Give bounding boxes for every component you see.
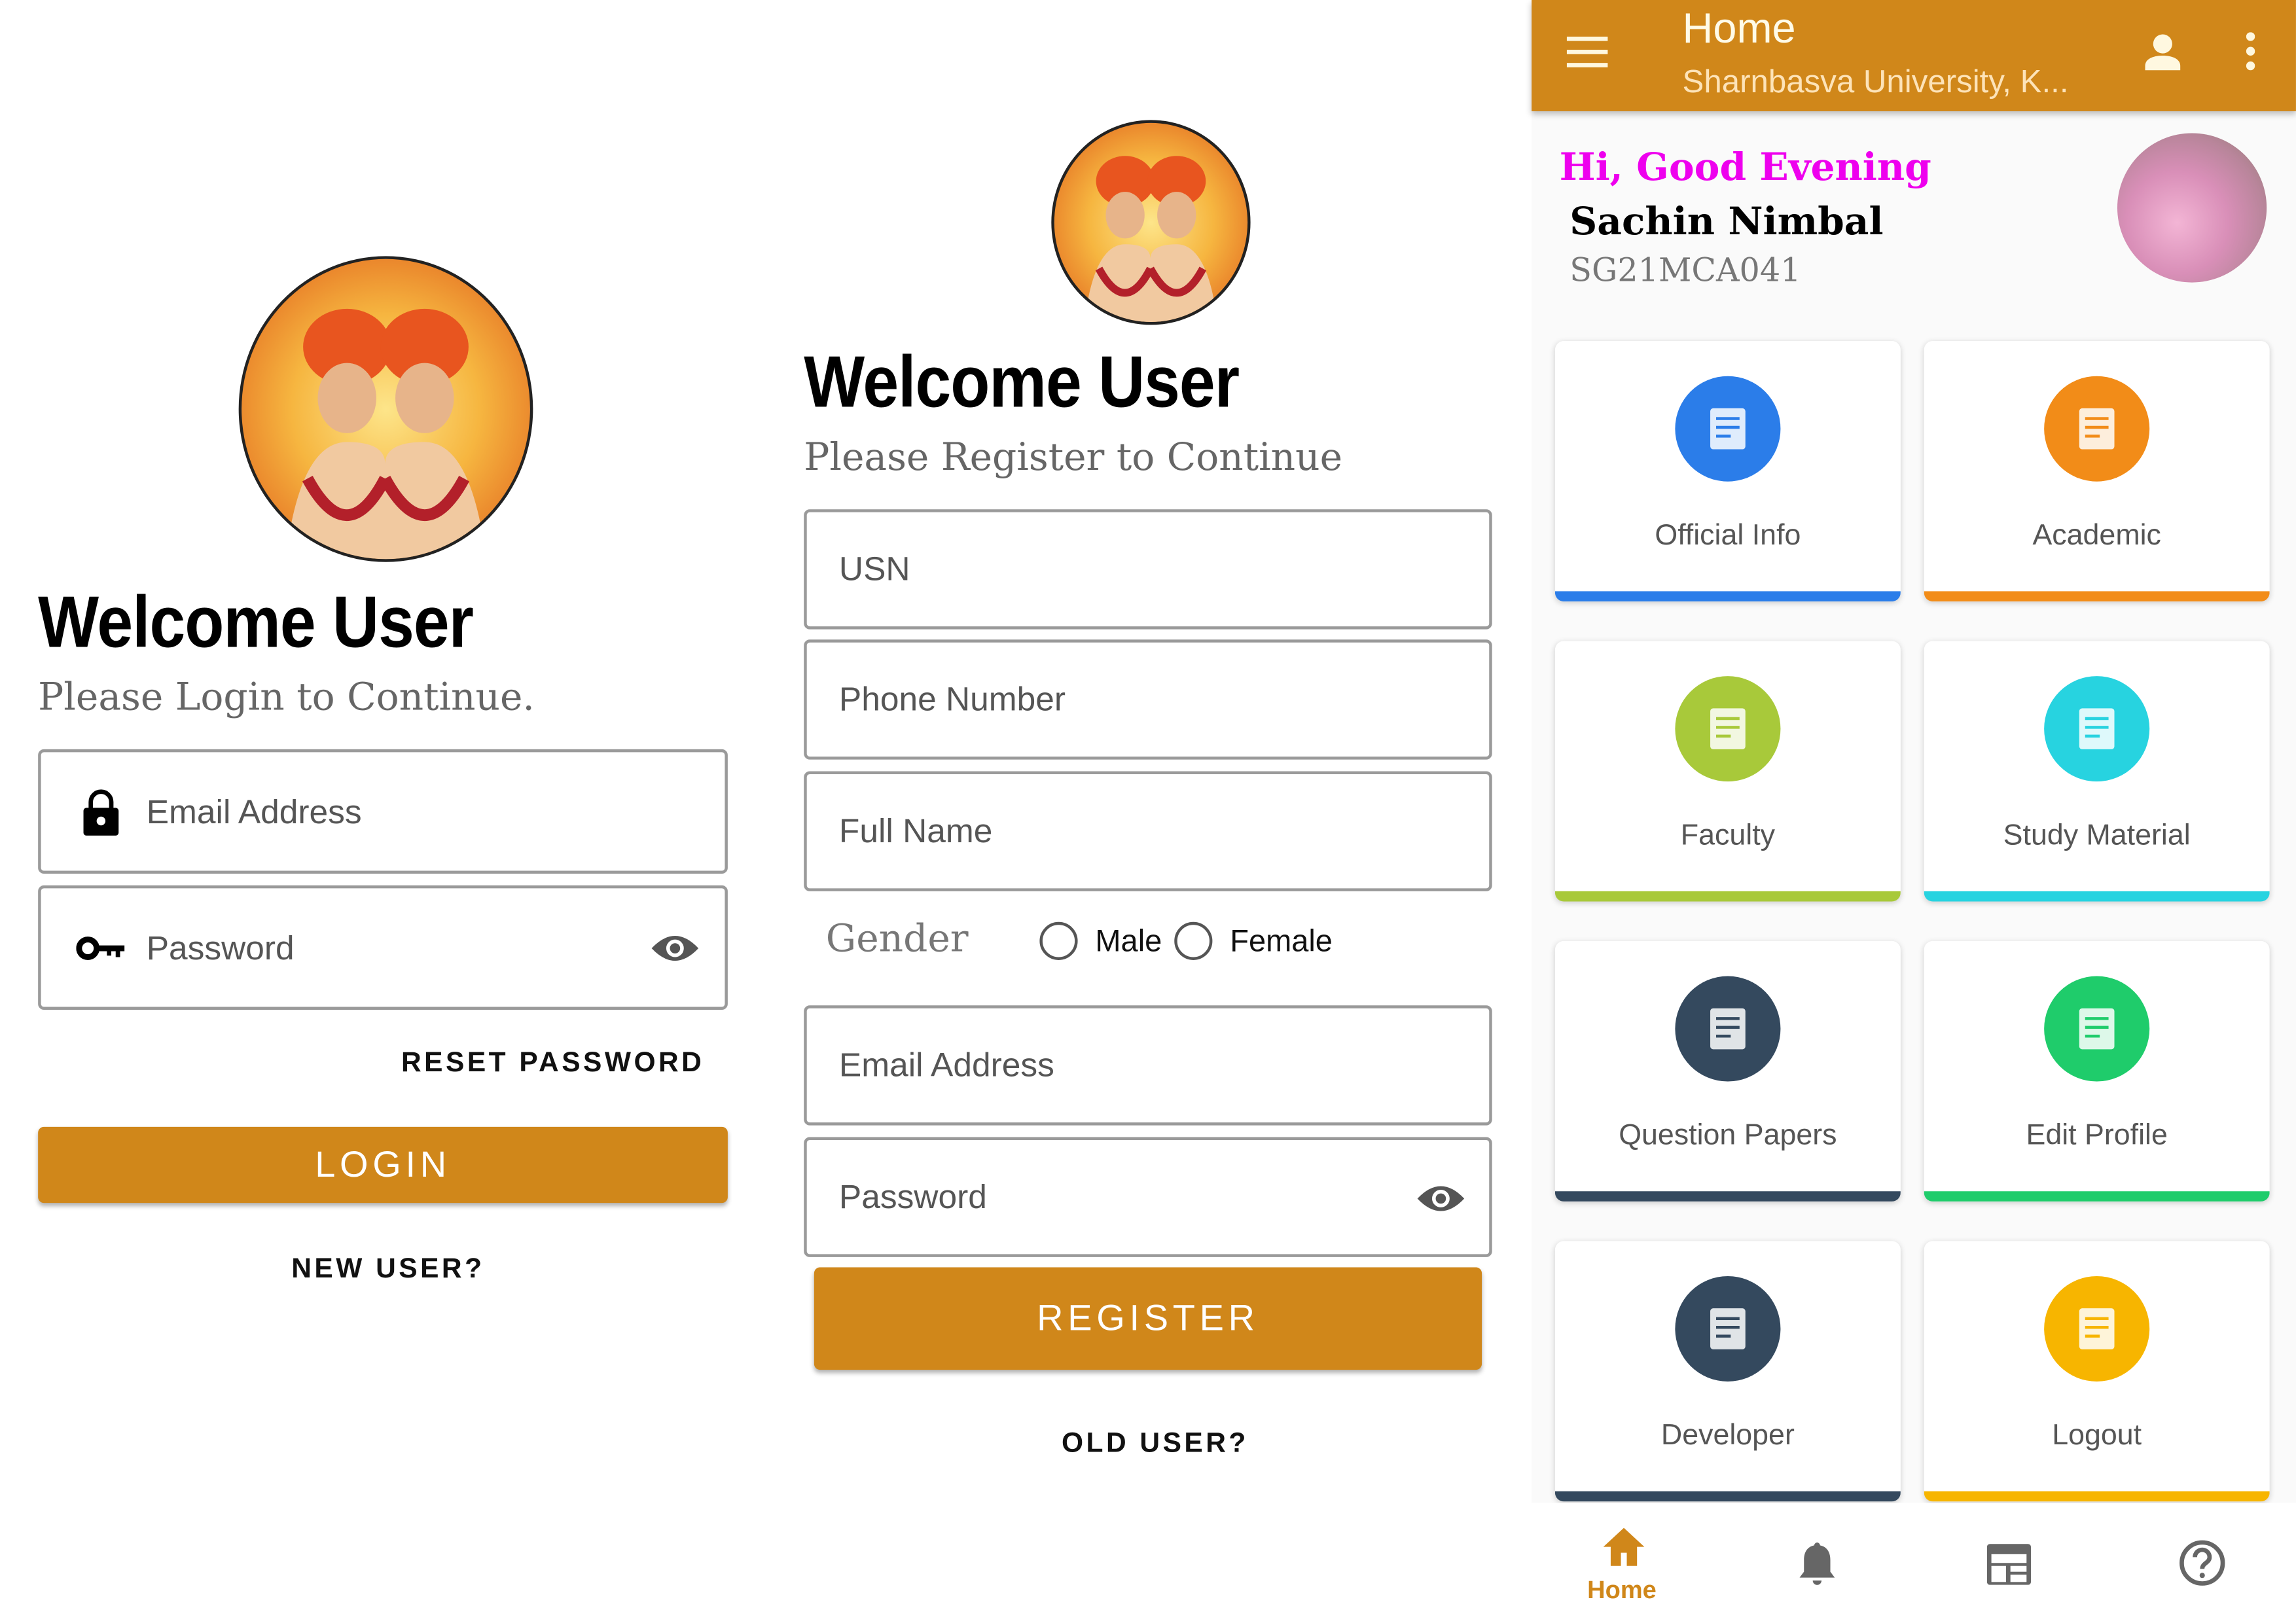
password-field[interactable]: Password [804, 1137, 1492, 1257]
www-globe-icon [1675, 376, 1781, 482]
password-placeholder: Password [838, 1177, 987, 1216]
nav-home-label: Home [1587, 1576, 1657, 1604]
female-label[interactable]: Female [1230, 925, 1333, 960]
old-user-link[interactable]: OLD USER? [1062, 1429, 1249, 1461]
tile-accent-bar [1554, 591, 1901, 602]
gender-label: Gender [825, 918, 969, 962]
teacher-board-icon [1675, 676, 1781, 782]
bottom-navigation: Home [1532, 1503, 2296, 1623]
full-name-field[interactable]: Full Name [804, 771, 1492, 891]
user-usn: SG21MCA041 [1570, 253, 1801, 290]
email-field[interactable]: Email Address [38, 749, 728, 874]
bell-icon[interactable] [1798, 1541, 1836, 1588]
usn-placeholder: USN [838, 549, 910, 588]
appbar-subtitle: Sharnbasva University, K... [1682, 63, 2069, 100]
app-bar: Home Sharnbasva University, K... [1532, 0, 2296, 111]
tile-label: Developer [1660, 1419, 1795, 1452]
tile-official-info[interactable]: Official Info [1554, 341, 1901, 602]
greeting: Hi, Good Evening [1559, 146, 1931, 190]
home-icon [1603, 1527, 1645, 1566]
male-radio[interactable] [1039, 921, 1078, 960]
register-subtitle: Please Register to Continue [804, 436, 1343, 480]
login-button[interactable]: LOGIN [38, 1126, 728, 1204]
appbar-title: Home [1682, 5, 1796, 53]
tile-label: Faculty [1680, 819, 1776, 852]
new-user-link[interactable]: NEW USER? [291, 1254, 484, 1286]
user-name: Sachin Nimbal [1570, 200, 1884, 245]
logo-avatar [1051, 120, 1251, 325]
password-field[interactable]: Password [38, 885, 728, 1010]
paper-icon [1675, 976, 1781, 1082]
tile-label: Question Papers [1619, 1119, 1837, 1152]
exit-door-icon [2044, 1275, 2150, 1382]
female-radio[interactable] [1174, 921, 1213, 960]
tile-accent-bar [1554, 1191, 1901, 1202]
tile-study-material[interactable]: Study Material [1924, 641, 2270, 902]
saints-illustration-icon [1084, 156, 1218, 322]
usn-field[interactable]: USN [804, 509, 1492, 630]
profile-avatar[interactable] [2117, 133, 2267, 283]
tile-label: Logout [2052, 1419, 2142, 1452]
help-circle-icon[interactable] [2179, 1539, 2226, 1586]
lock-icon [83, 789, 119, 836]
tile-accent-bar [1924, 891, 2270, 902]
graduation-books-icon [2044, 376, 2150, 482]
tile-academic[interactable]: Academic [1924, 341, 2270, 602]
tile-accent-bar [1924, 591, 2270, 602]
tile-label: Academic [2032, 519, 2161, 552]
login-title: Welcome User [38, 580, 474, 663]
tile-accent-bar [1924, 1491, 2270, 1502]
more-vert-icon[interactable] [2246, 32, 2255, 71]
tile-question-papers[interactable]: Question Papers [1554, 940, 1901, 1202]
email-placeholder: Email Address [146, 791, 362, 830]
logo-avatar [238, 256, 533, 562]
saints-illustration-icon [285, 308, 486, 560]
eye-icon[interactable] [650, 932, 700, 964]
phone-placeholder: Phone Number [838, 679, 1066, 718]
key-icon [76, 936, 125, 960]
tile-developer[interactable]: Developer [1554, 1241, 1901, 1502]
account-icon[interactable] [2144, 32, 2181, 71]
register-button[interactable]: REGISTER [814, 1267, 1482, 1370]
tile-logout[interactable]: Logout [1924, 1241, 2270, 1502]
tile-label: Edit Profile [2026, 1119, 2168, 1152]
register-title: Welcome User [804, 341, 1240, 423]
email-field[interactable]: Email Address [804, 1005, 1492, 1126]
reset-password-link[interactable]: RESET PASSWORD [401, 1048, 704, 1080]
password-placeholder: Password [146, 927, 295, 966]
email-placeholder: Email Address [838, 1045, 1054, 1084]
eye-icon[interactable] [1416, 1183, 1465, 1215]
developer-laptop-icon [1675, 1275, 1781, 1382]
login-subtitle: Please Login to Continue. [38, 676, 535, 721]
tile-label: Study Material [2003, 819, 2191, 852]
document-hand-icon [2044, 676, 2150, 782]
tile-edit-profile[interactable]: Edit Profile [1924, 940, 2270, 1202]
edit-document-icon [2044, 976, 2150, 1082]
tile-accent-bar [1554, 891, 1901, 902]
male-label[interactable]: Male [1095, 925, 1162, 960]
calendar-table-icon[interactable] [1986, 1541, 2031, 1585]
full-name-placeholder: Full Name [838, 811, 993, 850]
tile-faculty[interactable]: Faculty [1554, 641, 1901, 902]
tile-label: Official Info [1655, 519, 1801, 552]
tile-accent-bar [1554, 1491, 1901, 1502]
tile-accent-bar [1924, 1191, 2270, 1202]
phone-field[interactable]: Phone Number [804, 639, 1492, 760]
nav-home[interactable]: Home [1587, 1520, 1660, 1608]
menu-icon[interactable] [1566, 36, 1608, 69]
